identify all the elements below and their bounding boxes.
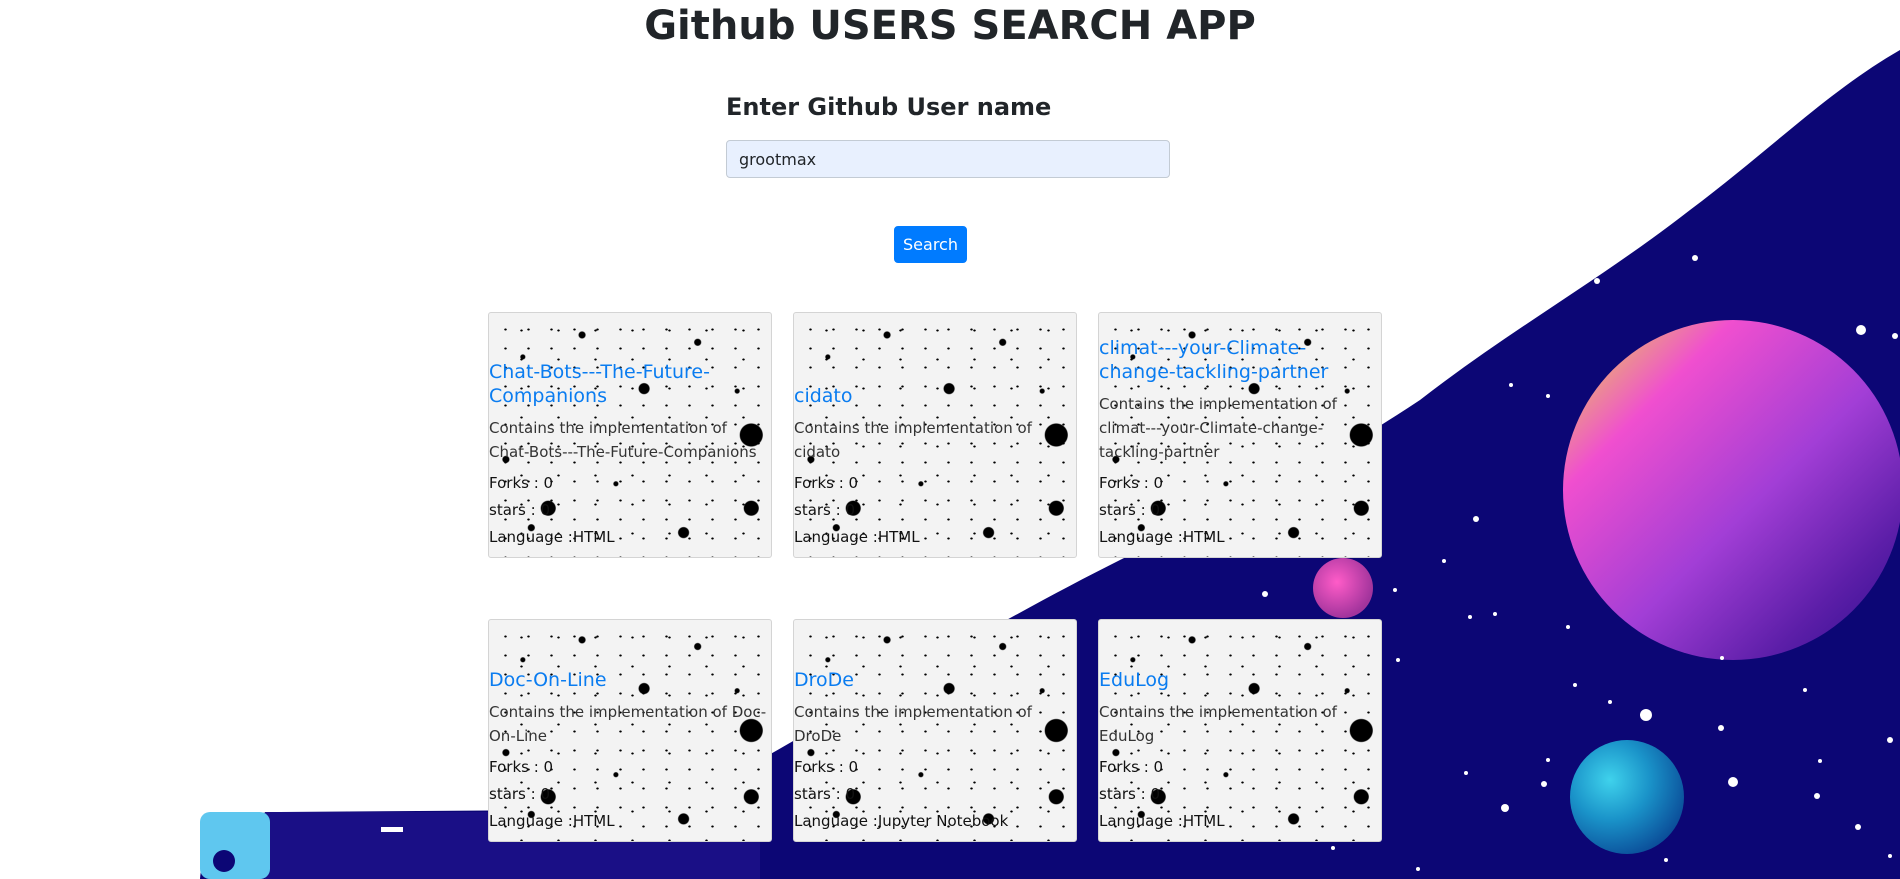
- repo-name-link[interactable]: EduLog: [1099, 668, 1381, 692]
- repo-stars: stars : 0: [794, 501, 856, 519]
- repo-stars: stars : 0: [1099, 501, 1161, 519]
- repo-card-body: climat---your-Climate-change-tackling-pa…: [1099, 313, 1381, 557]
- repo-card: DroDe Contains the implementation of Dro…: [793, 619, 1077, 842]
- repo-card: EduLog Contains the implementation of Ed…: [1098, 619, 1382, 842]
- repo-stars: stars : 0: [489, 785, 551, 803]
- repo-card: Doc-On-Line Contains the implementation …: [488, 619, 772, 842]
- repo-name-link[interactable]: DroDe: [794, 668, 1076, 692]
- repo-language: Language :Jupyter Notebook: [794, 812, 1009, 830]
- repo-forks: Forks : 0: [489, 758, 554, 776]
- username-input[interactable]: [726, 140, 1170, 178]
- repo-language: Language :HTML: [489, 528, 615, 546]
- repo-forks: Forks : 0: [794, 474, 859, 492]
- repo-stars: stars : 0: [794, 785, 856, 803]
- repo-name-link[interactable]: Chat-Bots---The-Future-Companions: [489, 360, 771, 408]
- repo-stars: stars : 0: [1099, 785, 1161, 803]
- pink-planet: [1313, 558, 1373, 618]
- repo-stars: stars : 0: [489, 501, 551, 519]
- repo-description: Contains the implementation of DroDe: [794, 703, 1032, 745]
- repo-forks: Forks : 0: [489, 474, 554, 492]
- repo-forks: Forks : 0: [794, 758, 859, 776]
- repo-card: climat---your-Climate-change-tackling-pa…: [1098, 312, 1382, 558]
- repo-name-link[interactable]: climat---your-Climate-change-tackling-pa…: [1099, 336, 1381, 384]
- repo-forks: Forks : 0: [1099, 474, 1164, 492]
- search-button[interactable]: Search: [894, 226, 967, 263]
- username-label: Enter Github User name: [726, 93, 1052, 121]
- repo-card-body: EduLog Contains the implementation of Ed…: [1099, 620, 1381, 841]
- repo-description: Contains the implementation of Chat-Bots…: [489, 419, 757, 461]
- repo-card-body: cidato Contains the implementation of ci…: [794, 313, 1076, 557]
- repo-card: cidato Contains the implementation of ci…: [793, 312, 1077, 558]
- small-dark-circle: [213, 850, 235, 872]
- repo-forks: Forks : 0: [1099, 758, 1164, 776]
- repo-card: Chat-Bots---The-Future-Companions Contai…: [488, 312, 772, 558]
- repo-description: Contains the implementation of EduLog: [1099, 703, 1337, 745]
- big-planet: [1563, 320, 1900, 660]
- repo-name-link[interactable]: cidato: [794, 384, 1076, 408]
- repo-card-body: Doc-On-Line Contains the implementation …: [489, 620, 771, 841]
- blue-planet: [1570, 740, 1684, 854]
- repo-language: Language :HTML: [489, 812, 615, 830]
- repo-card-body: DroDe Contains the implementation of Dro…: [794, 620, 1076, 841]
- repo-language: Language :HTML: [794, 528, 920, 546]
- repo-language: Language :HTML: [1099, 812, 1225, 830]
- page-title: Github USERS SEARCH APP: [644, 3, 1256, 49]
- light-blue-band: [200, 812, 270, 879]
- repo-name-link[interactable]: Doc-On-Line: [489, 668, 771, 692]
- white-dash: [381, 827, 403, 832]
- repo-language: Language :HTML: [1099, 528, 1225, 546]
- repo-description: Contains the implementation of cidato: [794, 419, 1032, 461]
- repo-description: Contains the implementation of climat---…: [1099, 395, 1337, 461]
- repo-card-body: Chat-Bots---The-Future-Companions Contai…: [489, 313, 771, 557]
- repo-description: Contains the implementation of Doc-On-Li…: [489, 703, 767, 745]
